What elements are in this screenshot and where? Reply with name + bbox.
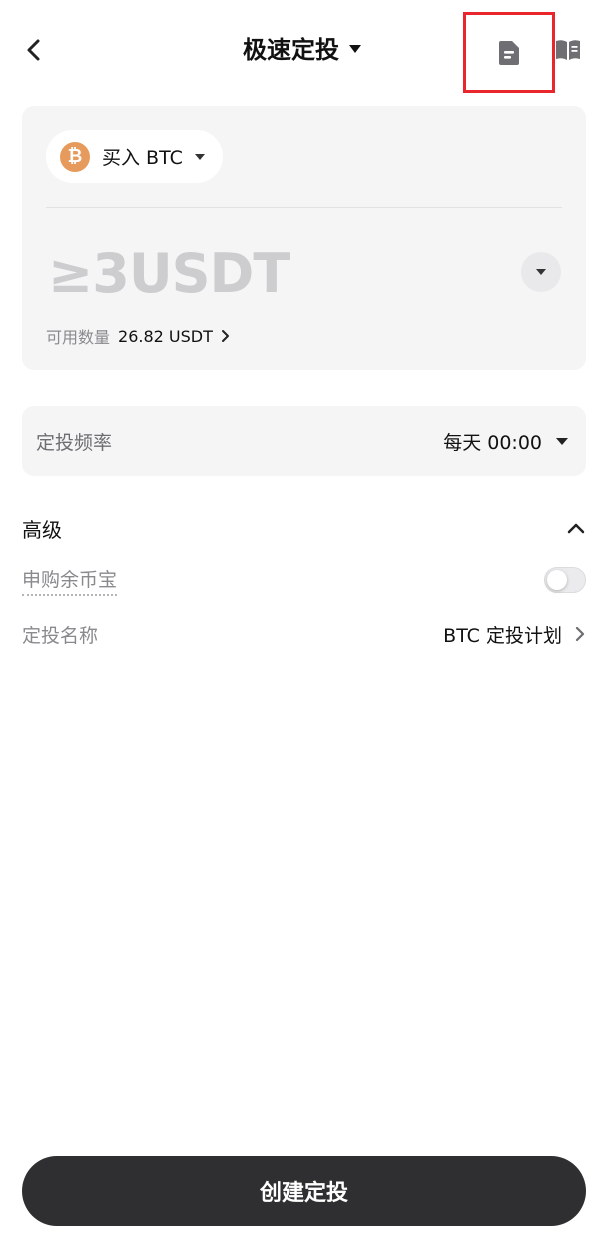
frequency-label: 定投频率 bbox=[36, 431, 113, 454]
available-balance[interactable]: 可用数量 26.82 USDT bbox=[46, 324, 231, 348]
unit-dropdown-button[interactable] bbox=[521, 252, 561, 292]
chevron-up-icon bbox=[567, 523, 585, 534]
available-label: 可用数量 bbox=[46, 328, 111, 347]
available-value: 26.82 USDT bbox=[118, 326, 213, 346]
top-bar: 极速定投 bbox=[0, 0, 604, 104]
orders-button[interactable] bbox=[463, 12, 555, 93]
frequency-value: 每天 00:00 bbox=[443, 431, 542, 454]
subscribe-row: 申购余币宝 bbox=[22, 560, 586, 600]
caret-down-icon bbox=[536, 269, 546, 275]
book-icon bbox=[556, 40, 580, 60]
divider bbox=[46, 207, 562, 208]
advanced-label: 高级 bbox=[22, 517, 62, 542]
caret-down-icon bbox=[194, 153, 205, 160]
coin-label: 买入 BTC bbox=[102, 147, 183, 169]
coin-selector[interactable]: ₿ 买入 BTC bbox=[46, 130, 223, 183]
caret-down-icon bbox=[556, 437, 568, 445]
plan-name-value: BTC 定投计划 bbox=[443, 624, 562, 647]
plan-name-row[interactable]: 定投名称 BTC 定投计划 bbox=[22, 614, 586, 654]
amount-card: ₿ 买入 BTC ≥3USDT 可用数量 26.82 USDT bbox=[22, 106, 586, 370]
caret-down-icon bbox=[349, 44, 361, 53]
subscribe-toggle[interactable] bbox=[544, 567, 586, 593]
chevron-right-icon bbox=[221, 330, 229, 342]
create-plan-button[interactable]: 创建定投 bbox=[22, 1156, 586, 1226]
amount-input[interactable]: ≥3USDT bbox=[48, 242, 290, 305]
toggle-knob bbox=[547, 570, 567, 590]
page-title: 极速定投 bbox=[243, 36, 339, 64]
document-icon bbox=[499, 40, 519, 65]
plan-name-label: 定投名称 bbox=[22, 624, 99, 647]
plan-name-value-group: BTC 定投计划 bbox=[443, 621, 586, 648]
frequency-selector[interactable]: 定投频率 每天 00:00 bbox=[22, 406, 586, 476]
advanced-section-toggle[interactable]: 高级 bbox=[22, 508, 586, 548]
chevron-right-icon bbox=[575, 626, 585, 642]
guide-button[interactable] bbox=[554, 36, 582, 64]
frequency-value-group: 每天 00:00 bbox=[443, 428, 568, 455]
bitcoin-icon: ₿ bbox=[60, 141, 90, 172]
subscribe-label[interactable]: 申购余币宝 bbox=[22, 565, 118, 596]
